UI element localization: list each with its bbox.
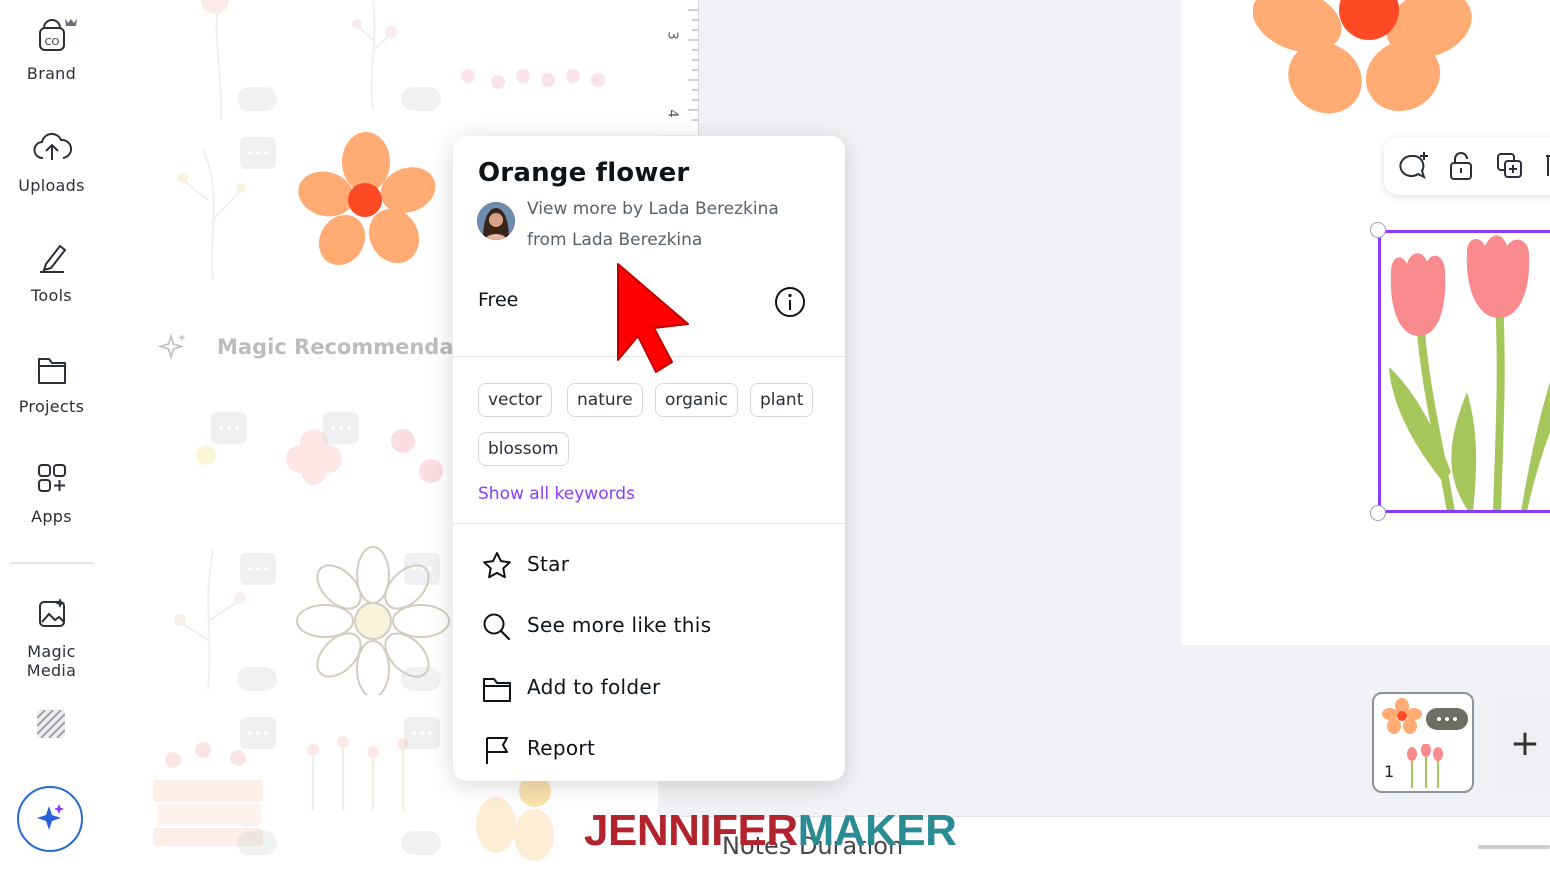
- more-options-button[interactable]: [404, 553, 440, 585]
- star-icon: [483, 552, 511, 579]
- menu-label-add-to-folder: Add to folder: [527, 675, 661, 699]
- premium-crown-badge: [401, 831, 441, 855]
- plus-icon: +: [1509, 722, 1541, 764]
- divider: [453, 523, 845, 524]
- search-icon: [483, 613, 511, 641]
- brand-icon: CO: [38, 18, 77, 51]
- pen-tools-icon: [39, 244, 66, 273]
- graphic-thumbnail[interactable]: [383, 415, 453, 499]
- ruler-mark: 4: [664, 109, 680, 118]
- popover-title: Orange flower: [478, 158, 690, 188]
- element-toolbar: [1384, 137, 1550, 195]
- keyword-tag[interactable]: blossom: [478, 432, 569, 466]
- folder-icon: [483, 678, 511, 702]
- page-more-button[interactable]: [1426, 708, 1468, 730]
- premium-crown-badge: [401, 667, 441, 691]
- menu-item-see-more[interactable]: See more like this: [453, 597, 845, 657]
- keyword-tag[interactable]: plant: [750, 383, 814, 417]
- graphic-thumbnail[interactable]: [163, 130, 273, 284]
- rail-item-magic-media[interactable]: Magic Media: [0, 596, 103, 680]
- menu-item-add-to-folder[interactable]: Add to folder: [453, 659, 845, 719]
- watermark-part-1: JENNIFER: [584, 806, 798, 855]
- rail-label-tools: Tools: [31, 286, 72, 305]
- menu-label-report: Report: [527, 736, 596, 760]
- premium-crown-badge: [237, 667, 277, 691]
- delete-icon[interactable]: [1542, 150, 1550, 182]
- keyword-tag[interactable]: nature: [567, 383, 643, 417]
- flag-icon: [486, 737, 508, 764]
- more-options-button[interactable]: [211, 412, 247, 444]
- apps-grid-icon: [37, 464, 66, 492]
- rail-divider: [10, 562, 94, 564]
- creator-name: from Lada Berezkina: [527, 230, 703, 250]
- rail-label-apps: Apps: [31, 507, 72, 526]
- watermark-logo: JENNIFERMAKER: [584, 806, 957, 856]
- ruler-mark: 3: [664, 31, 680, 40]
- avatar[interactable]: [477, 202, 515, 240]
- menu-label-see-more: See more like this: [527, 613, 712, 637]
- more-options-button[interactable]: [240, 553, 276, 585]
- thumb-flower: [1382, 698, 1422, 734]
- graphic-info-popover: Orange flower View more by Lada Berezkin…: [453, 136, 845, 781]
- show-all-keywords-link[interactable]: Show all keywords: [478, 484, 635, 504]
- more-options-button[interactable]: [404, 717, 440, 749]
- watermark-part-2: MAKER: [797, 806, 957, 855]
- red-pointer-cursor-icon: [617, 263, 689, 373]
- add-page-button[interactable]: +: [1495, 694, 1550, 792]
- graphic-thumbnail[interactable]: [458, 62, 618, 106]
- rail-item-apps[interactable]: Apps: [0, 461, 103, 526]
- vertical-ruler: 3 4: [658, 0, 699, 135]
- orange-flower-thumbnail[interactable]: [298, 132, 438, 272]
- sparkle-icon: [158, 332, 186, 361]
- menu-item-report[interactable]: Report: [453, 720, 845, 780]
- pattern-icon[interactable]: [36, 709, 66, 742]
- rail-label-magic-media: Magic Media: [26, 642, 77, 680]
- menu-label-star: Star: [527, 552, 570, 576]
- premium-crown-badge: [401, 87, 441, 111]
- duplicate-icon[interactable]: [1494, 150, 1526, 182]
- rail-label-uploads: Uploads: [18, 176, 85, 195]
- selection-box[interactable]: [1378, 230, 1550, 513]
- magic-assistant-button[interactable]: [17, 786, 83, 852]
- svg-text:CO: CO: [44, 37, 59, 48]
- left-rail: CO Brand Uploads Tools Projects Apps Mag…: [0, 0, 103, 872]
- add-comment-icon[interactable]: [1396, 150, 1430, 182]
- rail-item-tools[interactable]: Tools: [0, 240, 103, 305]
- info-icon[interactable]: [774, 286, 806, 318]
- rail-label-brand: Brand: [26, 64, 77, 83]
- page-thumbnail[interactable]: 1: [1372, 692, 1474, 793]
- premium-crown-badge: [237, 831, 277, 855]
- cloud-upload-icon: [33, 132, 72, 160]
- keyword-tag[interactable]: vector: [478, 383, 552, 417]
- rail-label-projects: Projects: [18, 397, 85, 416]
- rail-item-brand[interactable]: CO Brand: [0, 14, 103, 83]
- sparkle-icon: [37, 804, 64, 830]
- more-options-button[interactable]: [240, 717, 276, 749]
- premium-crown-badge: [237, 87, 277, 111]
- resize-handle-top-left[interactable]: [1370, 222, 1386, 238]
- view-more-link[interactable]: View more by Lada Berezkina: [527, 194, 779, 225]
- menu-item-star[interactable]: Star: [453, 536, 845, 596]
- creator-byline: View more by Lada Berezkina from Lada Be…: [527, 194, 779, 256]
- unlock-icon[interactable]: [1446, 150, 1476, 182]
- resize-handle-bottom-left[interactable]: [1370, 505, 1386, 521]
- rail-item-projects[interactable]: Projects: [0, 351, 103, 416]
- rail-item-uploads[interactable]: Uploads: [0, 130, 103, 195]
- graphic-thumbnail[interactable]: [468, 775, 558, 872]
- section-title: Magic Recommendatic: [217, 335, 484, 359]
- magic-media-icon: [38, 598, 65, 627]
- thumb-tulips: [1407, 744, 1443, 788]
- more-options-button[interactable]: [323, 412, 359, 444]
- keyword-tag[interactable]: organic: [655, 383, 739, 417]
- folder-icon: [37, 358, 66, 384]
- page-number: 1: [1384, 762, 1395, 781]
- price-label: Free: [478, 289, 519, 311]
- scroll-indicator[interactable]: [1478, 845, 1550, 849]
- orange-flower-element[interactable]: [1253, 0, 1483, 120]
